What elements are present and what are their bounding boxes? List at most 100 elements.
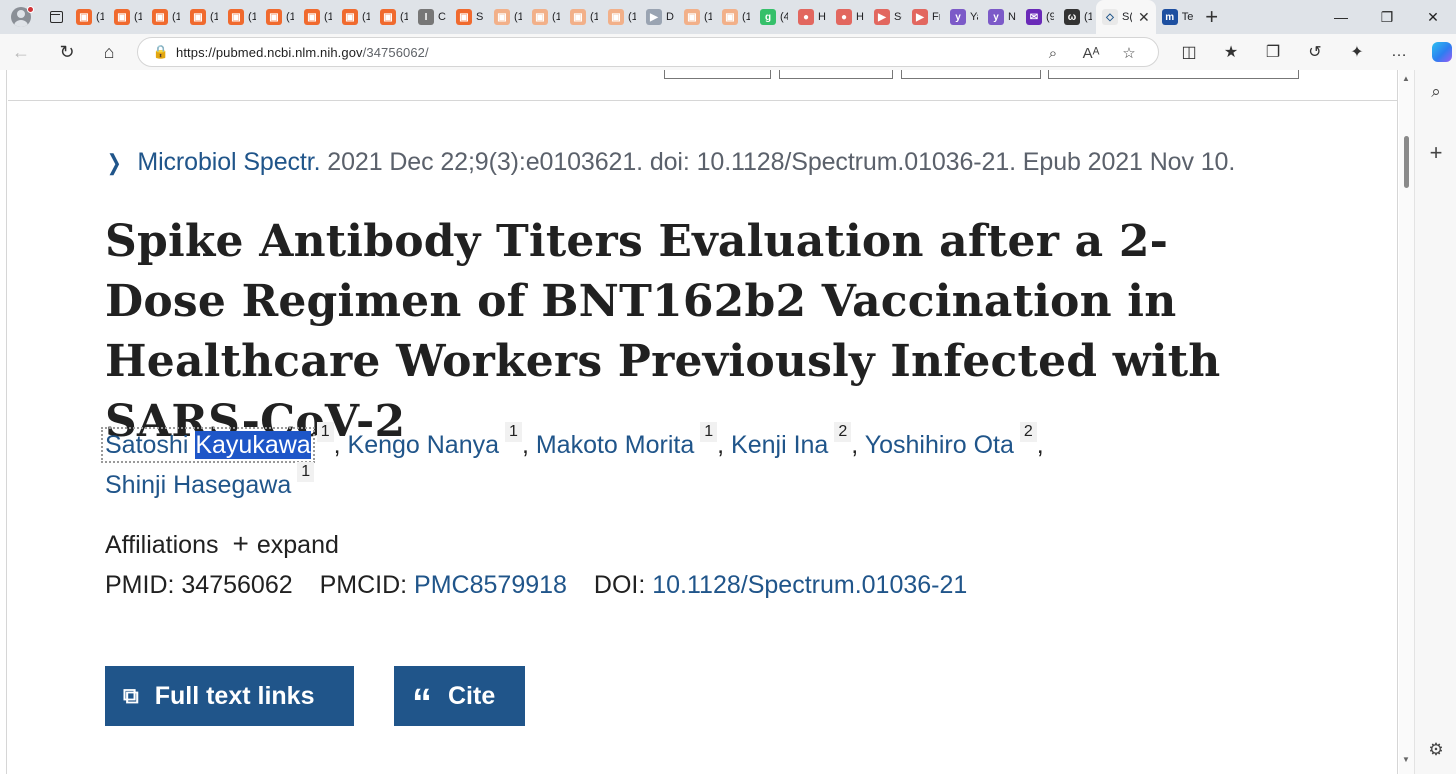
new-tab-button[interactable]: + [1198, 2, 1226, 32]
home-icon[interactable]: ⌂ [88, 34, 130, 70]
doi-link[interactable]: 10.1128/Spectrum.01036-21 [652, 571, 967, 599]
tab-item[interactable]: ▣ (1 [374, 0, 412, 34]
expand-toggle[interactable]: expand [257, 531, 339, 559]
collections-icon[interactable]: ❐ [1252, 42, 1294, 62]
tab-close-icon[interactable]: ✕ [1138, 9, 1150, 26]
affiliation-marker[interactable]: 2 [834, 421, 852, 442]
affiliations-row: Affiliations + expand [105, 528, 339, 560]
tab-item[interactable]: ▣ (1 [222, 0, 260, 34]
tab-item[interactable]: ▣ (1 [108, 0, 146, 34]
author-link[interactable]: Kenji Ina [731, 431, 828, 459]
affiliation-marker[interactable]: 1 [700, 421, 718, 442]
tab-active[interactable]: ◇ S( ✕ [1096, 0, 1156, 34]
tab-item[interactable]: ▣ (1 [260, 0, 298, 34]
tab-item[interactable]: ▣ (1 [488, 0, 526, 34]
tab-item[interactable]: ▣ (1 [526, 0, 564, 34]
affiliation-marker[interactable]: 2 [1019, 421, 1037, 442]
affiliations-label: Affiliations [105, 531, 219, 559]
tab-actions-button[interactable] [42, 0, 70, 34]
header-button-edge[interactable] [664, 70, 771, 79]
pmcid-link[interactable]: PMC8579918 [414, 571, 567, 599]
plus-icon[interactable]: + [233, 528, 249, 559]
tab-item[interactable]: ▣ (1 [564, 0, 602, 34]
tab-item[interactable]: ▣ Su [450, 0, 488, 34]
more-menu-icon[interactable]: … [1378, 43, 1420, 61]
url-host: https://pubmed.ncbi.nlm.nih.gov [176, 44, 363, 60]
address-bar-actions: ⌕ Aᴬ ☆ [1034, 38, 1148, 68]
tab-label: (1 [552, 11, 560, 23]
journal-link[interactable]: Microbiol Spectr. [137, 148, 320, 176]
full-text-links-button[interactable]: ⧉ Full text links [105, 666, 354, 726]
tab-item[interactable]: ▣ (1 [336, 0, 374, 34]
sidebar-search-icon[interactable]: ⌕ [1415, 82, 1456, 102]
affiliation-marker[interactable]: 1 [505, 421, 522, 442]
tab-item[interactable]: ✉ (9 [1020, 0, 1058, 34]
author-link[interactable]: Shinji Hasegawa [105, 471, 291, 499]
browser-toolbar: ← ↻ ⌂ 🔒 https://pubmed.ncbi.nlm.nih.gov/… [0, 34, 1456, 70]
author-link[interactable]: Kengo Nanya [348, 431, 500, 459]
reload-icon[interactable]: ↻ [46, 34, 88, 70]
tab-item[interactable]: ω (1 [1058, 0, 1096, 34]
profile-button[interactable] [0, 0, 42, 34]
tab-item[interactable]: ▣ (1 [146, 0, 184, 34]
tab-item[interactable]: ▣ (1 [184, 0, 222, 34]
tab-item[interactable]: y Ya [944, 0, 982, 34]
sidebar-add-icon[interactable]: + [1415, 140, 1456, 166]
author-separator: , [521, 431, 529, 459]
header-button-edge[interactable] [779, 70, 893, 79]
sidebar-settings-icon[interactable]: ⚙ [1415, 740, 1456, 760]
url-path: /34756062/ [362, 44, 429, 60]
tab-item[interactable]: ▶ Sc [868, 0, 906, 34]
tab-item[interactable]: ▣ (1 [678, 0, 716, 34]
scroll-up-icon[interactable]: ▲ [1402, 74, 1410, 83]
favorite-star-icon[interactable]: ☆ [1110, 44, 1148, 62]
tab-next[interactable]: m Te [1156, 0, 1198, 34]
affiliation-marker[interactable]: 1 [297, 461, 315, 482]
tab-item[interactable]: I C( [412, 0, 450, 34]
read-aloud-icon[interactable]: Aᴬ [1072, 45, 1110, 62]
history-icon[interactable]: ↺ [1294, 42, 1336, 62]
tab-favicon-icon: ▣ [608, 9, 624, 25]
header-button-edge[interactable] [901, 70, 1041, 79]
favorites-icon[interactable]: ★ [1210, 42, 1252, 62]
tab-item[interactable]: ● H [792, 0, 830, 34]
zoom-icon[interactable]: ⌕ [1034, 45, 1072, 62]
url-text[interactable]: https://pubmed.ncbi.nlm.nih.gov/34756062… [176, 45, 429, 60]
tab-item[interactable]: g (4 [754, 0, 792, 34]
tab-label: (1 [628, 11, 636, 23]
split-screen-icon[interactable]: ◫ [1168, 42, 1210, 62]
tab-label: H [818, 11, 826, 23]
tab-item[interactable]: ▶ D( [640, 0, 678, 34]
back-icon[interactable]: ← [0, 34, 42, 70]
tab-favicon-icon: ▣ [722, 9, 738, 25]
tab-favicon-icon: ▣ [342, 9, 358, 25]
tab-item[interactable]: ▣ (1 [298, 0, 336, 34]
restore-icon[interactable]: ❐ [1364, 0, 1410, 34]
author-first-name: Satoshi [105, 431, 189, 459]
page-scrollbar[interactable]: ▲ ▼ [1399, 70, 1414, 774]
pmcid-label: PMCID: [319, 571, 408, 599]
address-bar[interactable]: 🔒 https://pubmed.ncbi.nlm.nih.gov/347560… [137, 37, 1159, 67]
tab-label: Te [1181, 11, 1194, 23]
tab-item[interactable]: yN [982, 0, 1020, 34]
author-link[interactable]: Makoto Morita [536, 431, 694, 459]
affiliation-marker[interactable]: 1 [316, 421, 334, 442]
copilot-icon[interactable] [1432, 42, 1452, 62]
tab-item[interactable]: ▶ Fr [906, 0, 944, 34]
close-window-icon[interactable]: ✕ [1410, 0, 1456, 34]
scroll-down-icon[interactable]: ▼ [1402, 755, 1410, 764]
tab-item[interactable]: ▣ (1 [70, 0, 108, 34]
tab-item[interactable]: ● H [830, 0, 868, 34]
author-link[interactable]: Yoshihiro Ota [865, 431, 1014, 459]
chevron-right-icon[interactable]: ❯ [107, 150, 122, 176]
minimize-icon[interactable]: — [1318, 0, 1364, 34]
tab-item[interactable]: ▣ (1 [716, 0, 754, 34]
tab-favicon-icon: ▣ [228, 9, 244, 25]
author-link[interactable]: Satoshi Kayukawa [101, 427, 315, 463]
scrollbar-thumb[interactable] [1404, 136, 1409, 188]
lock-icon[interactable]: 🔒 [146, 44, 176, 60]
cite-button[interactable]: “ Cite [394, 666, 525, 726]
header-button-edge[interactable] [1048, 70, 1299, 79]
extensions-icon[interactable]: ✦ [1336, 42, 1378, 62]
tab-item[interactable]: ▣ (1 [602, 0, 640, 34]
